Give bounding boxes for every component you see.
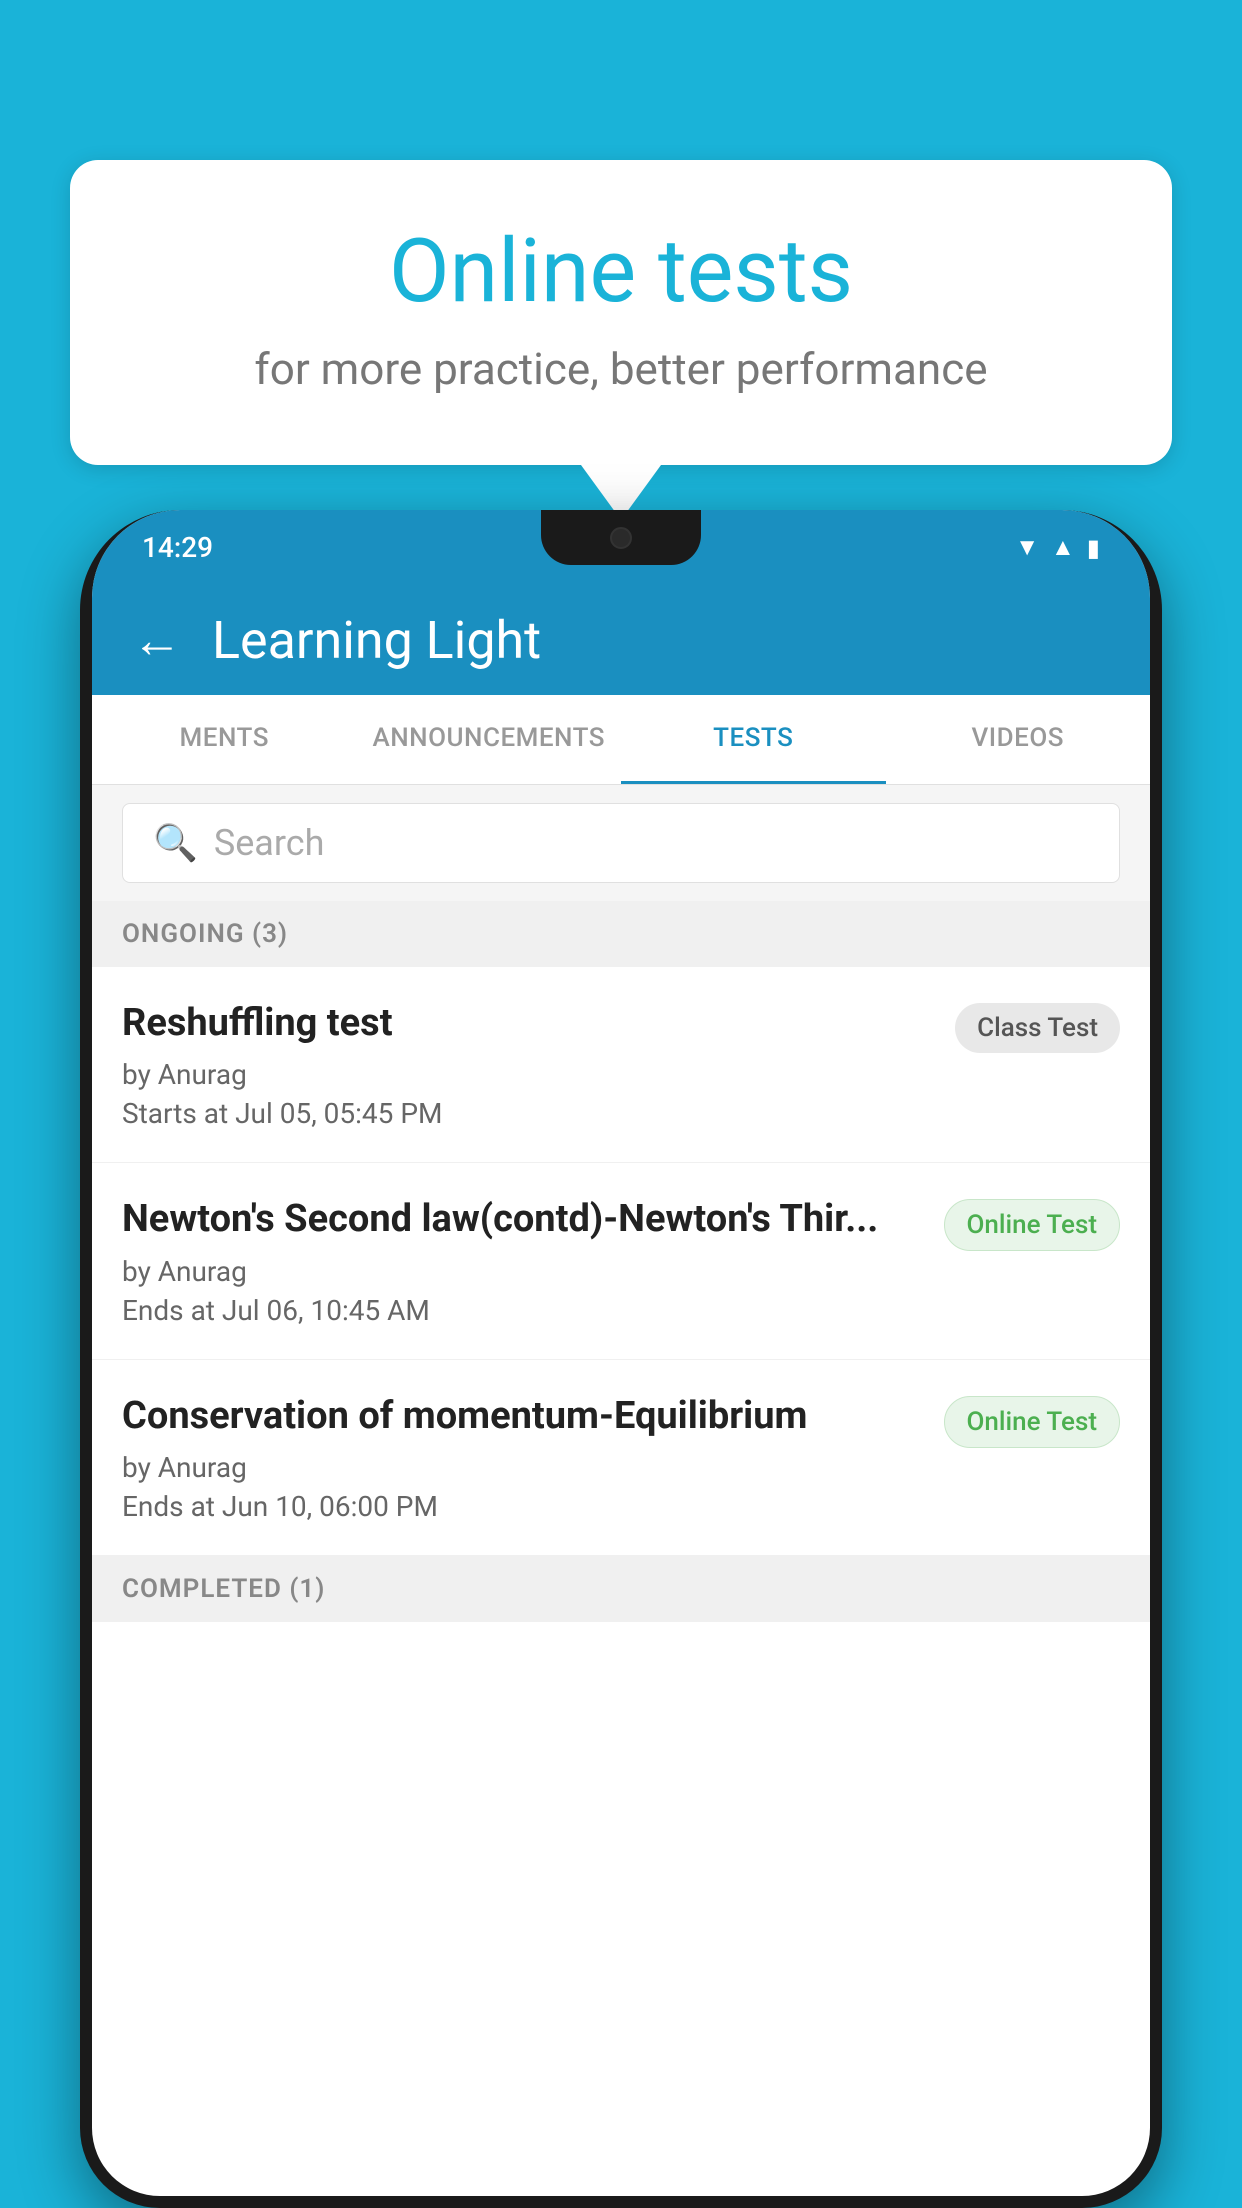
test-badge-newtons: Online Test: [944, 1199, 1121, 1251]
speech-bubble: Online tests for more practice, better p…: [70, 160, 1172, 465]
phone-screen: 14:29 ▼ ▲ ▮ ← Learning Light MENTS: [92, 510, 1150, 2196]
test-item-newtons[interactable]: Newton's Second law(contd)-Newton's Thir…: [92, 1163, 1150, 1359]
battery-icon: ▮: [1087, 534, 1100, 562]
search-bar[interactable]: 🔍 Search: [122, 803, 1120, 883]
test-author-newtons: by Anurag: [122, 1255, 924, 1288]
test-name-newtons: Newton's Second law(contd)-Newton's Thir…: [122, 1195, 924, 1244]
status-time: 14:29: [142, 531, 213, 564]
test-info-conservation: Conservation of momentum-Equilibrium by …: [122, 1392, 924, 1523]
completed-section-header: COMPLETED (1): [92, 1556, 1150, 1622]
back-button[interactable]: ←: [132, 611, 182, 670]
search-placeholder: Search: [214, 822, 325, 864]
status-bar: 14:29 ▼ ▲ ▮: [92, 510, 1150, 585]
test-name-conservation: Conservation of momentum-Equilibrium: [122, 1392, 924, 1441]
tabs-container: MENTS ANNOUNCEMENTS TESTS VIDEOS: [92, 695, 1150, 785]
tab-ments[interactable]: MENTS: [92, 695, 357, 784]
speech-bubble-title: Online tests: [150, 220, 1092, 323]
search-container: 🔍 Search: [92, 785, 1150, 901]
test-author-conservation: by Anurag: [122, 1451, 924, 1484]
phone-content: 14:29 ▼ ▲ ▮ ← Learning Light MENTS: [92, 510, 1150, 2196]
wifi-icon: ▼: [1015, 533, 1039, 562]
tab-videos[interactable]: VIDEOS: [886, 695, 1151, 784]
test-item-conservation[interactable]: Conservation of momentum-Equilibrium by …: [92, 1360, 1150, 1556]
app-header: ← Learning Light: [92, 585, 1150, 695]
test-item-reshuffling[interactable]: Reshuffling test by Anurag Starts at Jul…: [92, 967, 1150, 1163]
test-author-reshuffling: by Anurag: [122, 1058, 935, 1091]
test-info-newtons: Newton's Second law(contd)-Newton's Thir…: [122, 1195, 924, 1326]
test-date-conservation: Ends at Jun 10, 06:00 PM: [122, 1490, 924, 1523]
test-list: Reshuffling test by Anurag Starts at Jul…: [92, 967, 1150, 1556]
test-date-reshuffling: Starts at Jul 05, 05:45 PM: [122, 1097, 935, 1130]
ongoing-section-header: ONGOING (3): [92, 901, 1150, 967]
speech-bubble-container: Online tests for more practice, better p…: [70, 160, 1172, 520]
camera-dot: [610, 527, 632, 549]
phone-frame: 14:29 ▼ ▲ ▮ ← Learning Light MENTS: [80, 510, 1162, 2208]
signal-icon: ▲: [1051, 533, 1075, 562]
test-date-newtons: Ends at Jul 06, 10:45 AM: [122, 1294, 924, 1327]
search-icon: 🔍: [153, 822, 198, 864]
status-icons: ▼ ▲ ▮: [1015, 533, 1100, 562]
tab-announcements[interactable]: ANNOUNCEMENTS: [357, 695, 622, 784]
test-badge-conservation: Online Test: [944, 1396, 1121, 1448]
phone-notch: [541, 510, 701, 565]
test-badge-reshuffling: Class Test: [955, 1003, 1120, 1053]
tab-tests[interactable]: TESTS: [621, 695, 886, 784]
test-name-reshuffling: Reshuffling test: [122, 999, 935, 1048]
app-title: Learning Light: [212, 610, 541, 671]
speech-bubble-subtitle: for more practice, better performance: [150, 343, 1092, 395]
test-info-reshuffling: Reshuffling test by Anurag Starts at Jul…: [122, 999, 935, 1130]
